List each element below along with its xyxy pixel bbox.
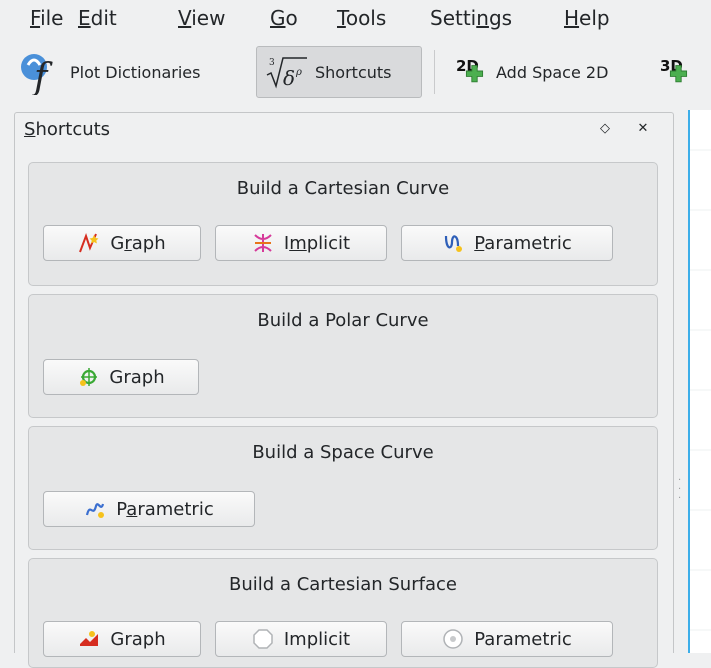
cartesian-graph-label-pre: G — [110, 232, 125, 254]
cartesian-surface-title: Build a Cartesian Surface — [229, 574, 457, 595]
dock-title-rest: hortcuts — [35, 119, 111, 140]
polar-curve-title: Build a Polar Curve — [257, 310, 429, 331]
main-toolbar: f Plot Dictionaries 3 δ ρ Shortcuts 2D A… — [0, 40, 711, 108]
cartesian-curve-group: Build a Cartesian Curve Graph Implicit P… — [28, 162, 658, 286]
surface-graph-icon — [78, 628, 100, 650]
space-curve-icon — [84, 498, 106, 520]
surface-implicit-button[interactable]: Implicit — [215, 621, 387, 657]
space-curve-group: Build a Space Curve Parametric — [28, 426, 658, 550]
cartesian-graph-label-key: r — [124, 232, 132, 254]
plot-dictionaries-label: Plot Dictionaries — [70, 62, 201, 82]
space-parametric-label-key: a — [126, 498, 138, 520]
cartesian-graph-button[interactable]: Graph — [43, 225, 201, 261]
plot-view[interactable] — [688, 110, 711, 653]
close-icon: ✕ — [637, 121, 649, 136]
cartesian-implicit-label: Implicit — [284, 233, 350, 254]
menu-edit-key: E — [78, 6, 91, 30]
menu-go[interactable]: Go — [270, 6, 298, 30]
menu-help-post: elp — [579, 6, 610, 30]
space-curve-title: Build a Space Curve — [252, 442, 434, 463]
cartesian-surface-group: Build a Cartesian Surface Graph Implicit… — [28, 558, 658, 668]
surface-parametric-button[interactable]: Parametric — [401, 621, 613, 657]
surface-implicit-icon — [252, 628, 274, 650]
cartesian-implicit-label-key: m — [289, 232, 307, 254]
parametric-curve-icon — [442, 232, 464, 254]
menu-view-key: V — [178, 6, 192, 30]
dock-close-button[interactable]: ✕ — [634, 120, 652, 138]
add-space-2d-label: Add Space 2D — [496, 62, 609, 82]
add-3d-icon: 3D — [660, 55, 694, 89]
splitter-handle[interactable]: · · · — [678, 476, 681, 504]
cartesian-implicit-button[interactable]: Implicit — [215, 225, 387, 261]
dictionary-icon: f — [18, 49, 64, 98]
cartesian-curve-title: Build a Cartesian Curve — [236, 178, 450, 199]
menu-edit-post: dit — [90, 6, 117, 30]
surface-graph-label: Graph — [110, 628, 166, 650]
surface-parametric-label: Parametric — [474, 628, 572, 650]
add-2d-icon: 2D — [456, 55, 490, 89]
surface-parametric-icon — [442, 628, 464, 650]
shortcuts-label: Shortcuts — [315, 62, 392, 82]
svg-text:3: 3 — [269, 58, 275, 68]
menu-file-key: F — [30, 6, 41, 30]
space-parametric-button[interactable]: Parametric — [43, 491, 255, 527]
polar-graph-icon — [77, 366, 99, 388]
float-icon: ◇ — [600, 121, 610, 136]
cartesian-graph-icon — [78, 232, 100, 254]
surface-implicit-label: Implicit — [283, 628, 351, 650]
menu-help[interactable]: Help — [564, 6, 610, 30]
menu-go-post: o — [285, 6, 298, 30]
menu-file-post: ile — [40, 6, 64, 30]
toolbar-separator — [434, 50, 435, 94]
cartesian-parametric-label: Parametric — [474, 233, 571, 254]
cartesian-graph-label-post: aph — [131, 232, 166, 254]
menu-tools-key: T — [337, 6, 346, 30]
svg-text:f: f — [31, 57, 53, 95]
space-parametric-label-pre: P — [116, 498, 127, 520]
menu-settings[interactable]: Settings — [430, 6, 512, 30]
menu-view-post: iew — [191, 6, 226, 30]
space-parametric-label: Parametric — [116, 499, 213, 520]
polar-graph-label: Graph — [109, 366, 165, 388]
plot-dictionaries-button[interactable]: f Plot Dictionaries — [10, 46, 246, 98]
menu-bar: File Edit View Go Tools Settings Help — [0, 0, 711, 40]
menu-settings-post: gs — [488, 6, 513, 30]
dock-title: Shortcuts — [24, 118, 110, 142]
shortcuts-button[interactable]: 3 δ ρ Shortcuts — [256, 46, 422, 98]
menu-settings-key: n — [476, 6, 489, 30]
cartesian-graph-label: Graph — [110, 233, 165, 254]
space-parametric-label-post: rametric — [137, 498, 214, 520]
menu-go-key: G — [270, 6, 286, 30]
dock-title-key: S — [24, 119, 36, 140]
polar-graph-button[interactable]: Graph — [43, 359, 199, 395]
add-space-2d-button[interactable]: 2D Add Space 2D — [448, 46, 648, 98]
cartesian-implicit-label-post: plicit — [306, 232, 351, 254]
menu-tools[interactable]: Tools — [337, 6, 386, 30]
svg-text:δ: δ — [283, 66, 295, 89]
plot-grid — [690, 149, 711, 631]
svg-text:ρ: ρ — [295, 67, 302, 78]
cartesian-parametric-label-post: arametric — [484, 232, 572, 254]
dock-float-button[interactable]: ◇ — [596, 120, 614, 138]
menu-tools-post: ools — [345, 6, 387, 30]
sqrt-delta-icon: 3 δ ρ — [265, 55, 309, 90]
menu-file[interactable]: File — [30, 6, 63, 30]
surface-graph-button[interactable]: Graph — [43, 621, 201, 657]
polar-curve-group: Build a Polar Curve Graph — [28, 294, 658, 418]
implicit-curve-icon — [252, 232, 274, 254]
cartesian-parametric-label-key: P — [474, 232, 485, 254]
menu-help-key: H — [564, 6, 580, 30]
add-space-3d-button[interactable]: 3D — [656, 46, 711, 98]
menu-view[interactable]: View — [178, 6, 225, 30]
menu-edit[interactable]: Edit — [78, 6, 117, 30]
cartesian-parametric-button[interactable]: Parametric — [401, 225, 613, 261]
menu-settings-pre: Setti — [430, 6, 477, 30]
